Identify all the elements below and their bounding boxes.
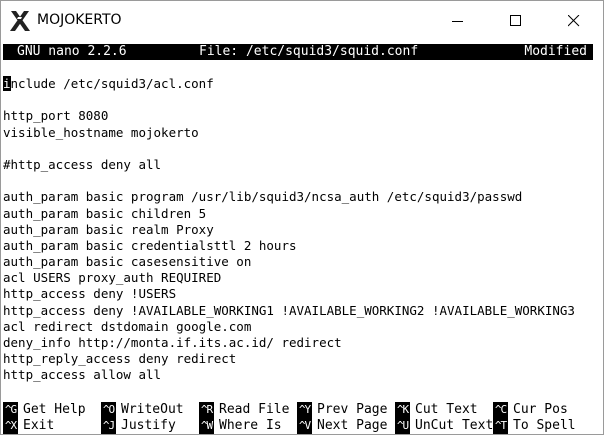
shortcut-key: ^C	[493, 402, 508, 418]
editor-line[interactable]: http_port 8080	[3, 108, 601, 124]
shortcut-key: ^W	[199, 418, 214, 434]
editor-line[interactable]: include /etc/squid3/acl.conf	[3, 76, 601, 92]
shortcut-cur-pos[interactable]: ^C Cur Pos	[493, 402, 568, 418]
shortcut-prev-page[interactable]: ^Y Prev Page	[297, 402, 387, 418]
editor-line[interactable]	[3, 173, 601, 189]
shortcut-label: Prev Page	[317, 402, 388, 417]
text-cursor: i	[3, 76, 11, 91]
shortcut-key: ^X	[3, 418, 18, 434]
minimize-button[interactable]	[435, 1, 481, 41]
editor-line[interactable]: http_access deny !AVAILABLE_WORKING1 !AV…	[3, 303, 601, 319]
editor-line[interactable]: acl redirect dstdomain google.com	[3, 319, 601, 335]
minimize-icon	[452, 21, 463, 22]
shortcut-to-spell[interactable]: ^T To Spell	[493, 418, 576, 434]
shortcut-writeout[interactable]: ^O WriteOut	[101, 402, 184, 418]
terminal-window: MOJOKERTO GNU nano 2.2.6 File: /etc/squi…	[0, 0, 604, 435]
shortcut-exit[interactable]: ^X Exit	[3, 418, 54, 434]
shortcut-bar: ^G Get Help ^O WriteOut ^R Read File ^Y Prev…	[3, 402, 601, 434]
editor-line[interactable]: auth_param basic realm Proxy	[3, 222, 601, 238]
shortcut-key: ^J	[101, 418, 116, 434]
window-title: MOJOKERTO	[37, 12, 122, 28]
editor-line[interactable]: auth_param basic credentialsttl 2 hours	[3, 238, 601, 254]
editor-line[interactable]: #http_access deny all	[3, 157, 601, 173]
editor-line[interactable]: http_reply_access deny redirect	[3, 351, 601, 367]
shortcut-key: ^G	[3, 402, 18, 418]
shortcut-get-help[interactable]: ^G Get Help	[3, 402, 86, 418]
shortcut-justify[interactable]: ^J Justify	[101, 418, 176, 434]
shortcut-key: ^O	[101, 402, 116, 418]
line-text: nclude /etc/squid3/acl.conf	[10, 76, 214, 91]
shortcut-label: Read File	[219, 402, 290, 417]
terminal-area[interactable]: GNU nano 2.2.6 File: /etc/squid3/squid.c…	[1, 41, 603, 434]
shortcut-label: WriteOut	[121, 402, 184, 417]
x-server-icon	[10, 11, 30, 31]
shortcut-label: Cur Pos	[513, 402, 568, 417]
editor-line[interactable]	[3, 92, 601, 108]
editor-line[interactable]: auth_param basic program /usr/lib/squid3…	[3, 189, 601, 205]
shortcut-key: ^U	[395, 418, 410, 434]
close-button[interactable]	[551, 1, 597, 41]
editor-line[interactable]: visible_hostname mojokerto	[3, 125, 601, 141]
shortcut-label: Cut Text	[415, 402, 478, 417]
editor-line[interactable]: deny_info http://monta.if.its.ac.id/ red…	[3, 335, 601, 351]
editor-buffer[interactable]: include /etc/squid3/acl.conf http_port 8…	[3, 76, 601, 384]
editor-line[interactable]: acl USERS proxy_auth REQUIRED	[3, 270, 601, 286]
nano-status-bar: GNU nano 2.2.6 File: /etc/squid3/squid.c…	[3, 44, 593, 60]
shortcut-label: Exit	[23, 418, 55, 433]
nano-version: GNU nano 2.2.6	[17, 44, 127, 59]
shortcut-label: Justify	[121, 418, 176, 433]
shortcut-key: ^V	[297, 418, 312, 434]
editor-line[interactable]: auth_param basic children 5	[3, 206, 601, 222]
file-path: File: /etc/squid3/squid.conf	[199, 44, 419, 59]
editor-line[interactable]	[3, 141, 601, 157]
close-icon	[568, 15, 580, 27]
shortcut-label: UnCut Text	[415, 418, 494, 433]
shortcut-label: Next Page	[317, 418, 388, 433]
shortcut-label: Get Help	[23, 402, 86, 417]
modified-indicator: Modified	[524, 44, 587, 59]
shortcut-next-page[interactable]: ^V Next Page	[297, 418, 387, 434]
shortcut-key: ^K	[395, 402, 410, 418]
maximize-button[interactable]	[493, 1, 539, 41]
maximize-icon	[510, 15, 521, 26]
shortcut-key: ^Y	[297, 402, 312, 418]
shortcut-where-is[interactable]: ^W Where Is	[199, 418, 282, 434]
editor-line[interactable]: http_access allow all	[3, 367, 601, 383]
shortcut-label: Where Is	[219, 418, 282, 433]
shortcut-label: To Spell	[513, 418, 576, 433]
title-bar[interactable]: MOJOKERTO	[1, 1, 603, 41]
shortcut-key: ^T	[493, 418, 508, 434]
editor-line[interactable]: auth_param basic casesensitive on	[3, 254, 601, 270]
shortcut-key: ^R	[199, 402, 214, 418]
editor-line[interactable]: http_access deny !USERS	[3, 286, 601, 302]
shortcut-cut-text[interactable]: ^K Cut Text	[395, 402, 478, 418]
shortcut-uncut-text[interactable]: ^U UnCut Text	[395, 418, 493, 434]
shortcut-read-file[interactable]: ^R Read File	[199, 402, 289, 418]
